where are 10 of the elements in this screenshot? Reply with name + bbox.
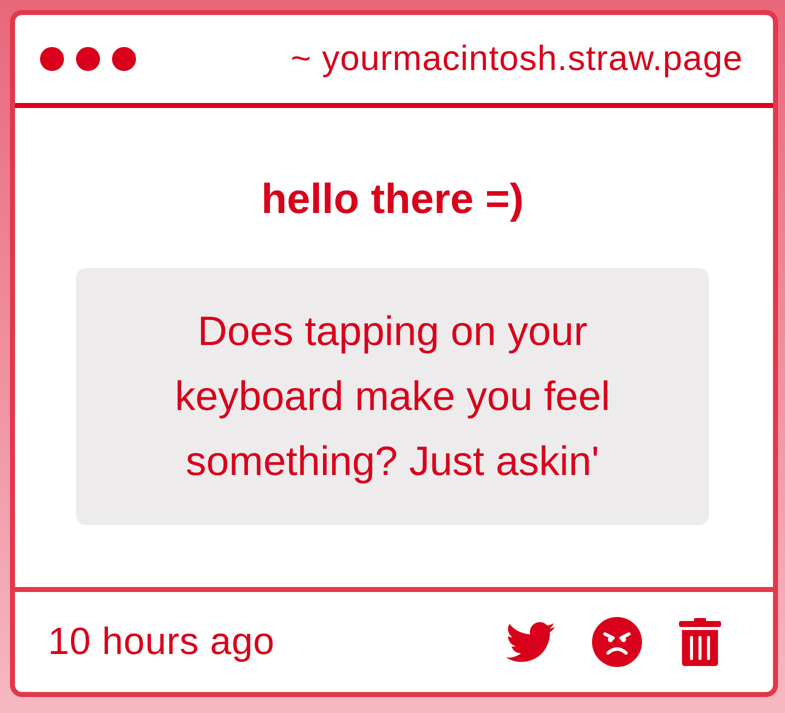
trash-icon[interactable] xyxy=(679,618,721,666)
angry-face-icon[interactable] xyxy=(592,617,642,667)
dot-icon xyxy=(112,47,136,71)
bird-icon[interactable] xyxy=(506,622,555,662)
address-text: ~ yourmacintosh.straw.page xyxy=(290,38,743,80)
dot-icon xyxy=(40,47,64,71)
post-title: hello there =) xyxy=(261,174,524,224)
timestamp: 10 hours ago xyxy=(48,620,275,664)
dot-icon xyxy=(76,47,100,71)
message-text: Does tapping on your keyboard make you feel something? Just askin' xyxy=(174,307,612,486)
